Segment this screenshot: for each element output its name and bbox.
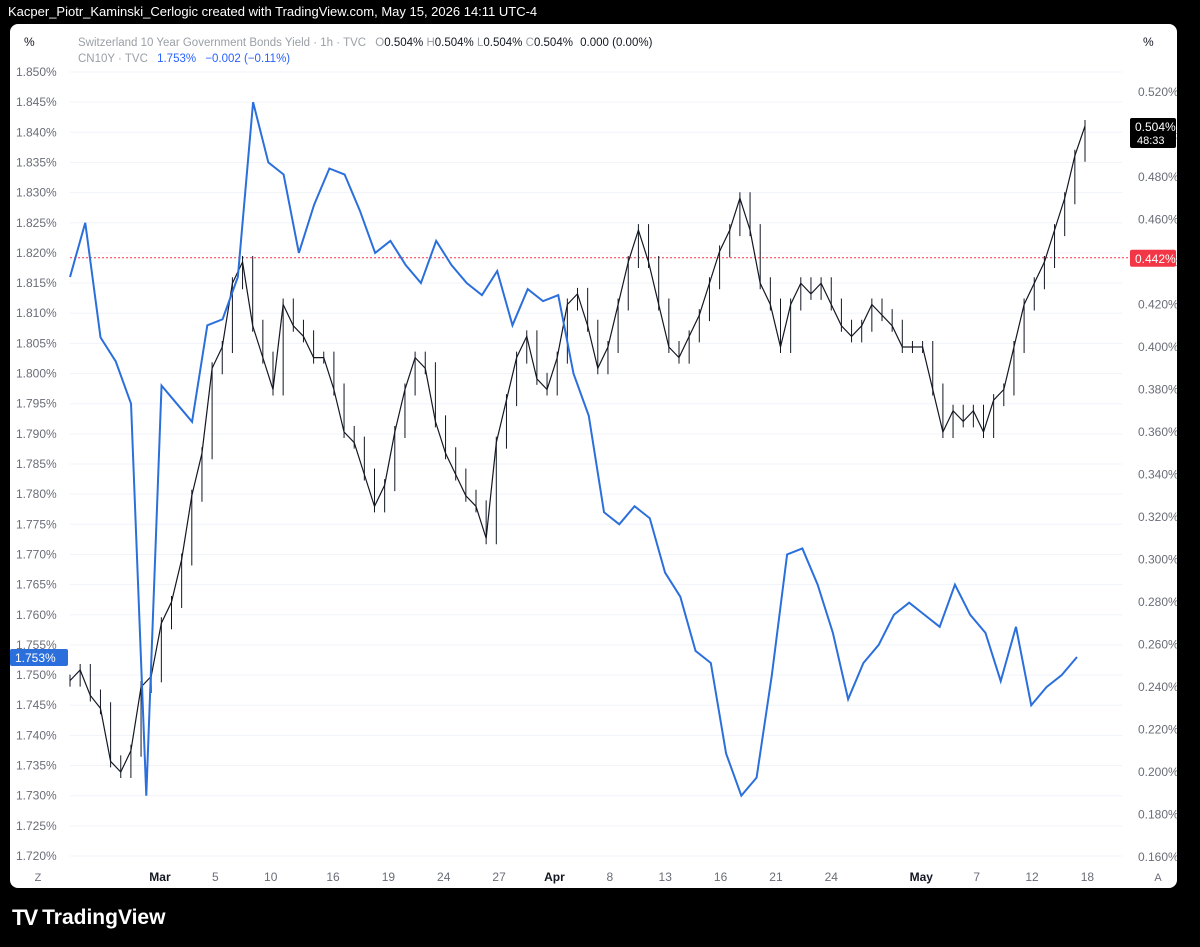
x-tick-label: 8	[606, 870, 613, 884]
left-tick-label: 1.785%	[16, 457, 57, 471]
x-tick-label: 16	[326, 870, 340, 884]
right-tick-label: 0.200%	[1138, 765, 1177, 779]
tv-logo-icon: TV	[12, 905, 38, 930]
left-tick-label: 1.825%	[16, 216, 57, 230]
left-tick-label: 1.750%	[16, 668, 57, 682]
main-legend: Switzerland 10 Year Government Bonds Yie…	[78, 35, 652, 51]
auto-scale-corner-label: A	[1154, 872, 1162, 884]
x-tick-label: 27	[492, 870, 506, 884]
left-axis-unit: %	[24, 35, 35, 49]
left-tick-label: 1.720%	[16, 849, 57, 863]
brand-name: TradingView	[42, 906, 166, 929]
right-tick-label: 0.180%	[1138, 808, 1177, 822]
price-tag-label: 0.504%	[1135, 120, 1176, 134]
x-tick-label: 7	[973, 870, 980, 884]
x-tick-label: Mar	[149, 870, 171, 884]
left-tick-label: 1.830%	[16, 186, 57, 200]
cn10y-line	[69, 101, 1078, 798]
left-tick-label: 1.790%	[16, 427, 57, 441]
open-label: O	[375, 37, 385, 49]
right-tick-label: 0.260%	[1138, 638, 1177, 652]
price-tag-countdown: 48:33	[1137, 135, 1165, 147]
left-tick-label: 1.805%	[16, 336, 57, 350]
compare-change: −0.002 (−0.11%)	[205, 53, 291, 65]
right-tick-label: 0.300%	[1138, 553, 1177, 567]
left-tick-label: 1.840%	[16, 125, 57, 139]
left-tick-label: 1.745%	[16, 698, 57, 712]
left-tick-label: 1.810%	[16, 306, 57, 320]
left-tick-label: 1.730%	[16, 789, 57, 803]
left-tick-label: 1.780%	[16, 487, 57, 501]
left-tick-label: 1.795%	[16, 397, 57, 411]
x-tick-label: 12	[1025, 870, 1039, 884]
x-tick-label: 16	[714, 870, 728, 884]
x-tick-label: 19	[382, 870, 396, 884]
x-tick-label: May	[910, 870, 934, 884]
x-tick-label: 21	[769, 870, 783, 884]
right-tick-label: 0.460%	[1138, 213, 1177, 227]
left-tick-label: 1.735%	[16, 759, 57, 773]
x-tick-label: Apr	[544, 870, 565, 884]
chart-svg: 1.720% 1.725% 1.730% 1.735% 1.740% 1.745% 1.75…	[10, 65, 1177, 884]
left-tick-label: 1.770%	[16, 547, 57, 561]
left-tick-label: 1.835%	[16, 155, 57, 169]
close-value: 0.504%	[533, 37, 573, 49]
change-value: 0.000 (0.00%)	[580, 37, 653, 49]
compare-value: 1.753%	[157, 53, 197, 65]
x-tick-label: 10	[264, 870, 278, 884]
main-series-name: Switzerland 10 Year Government Bonds Yie…	[78, 37, 367, 49]
left-tick-label: 1.765%	[16, 578, 57, 592]
open-value: 0.504%	[384, 37, 424, 49]
right-tick-label: 0.280%	[1138, 595, 1177, 609]
price-tag-label: 1.753%	[15, 651, 56, 665]
price-tag-label: 0.442%	[1135, 252, 1176, 266]
right-tick-label: 0.400%	[1138, 340, 1177, 354]
compare-legend: CN10Y · TVC 1.753% −0.002 (−0.11%)	[78, 51, 290, 67]
right-tick-label: 0.320%	[1138, 510, 1177, 524]
left-tick-label: 1.850%	[16, 65, 57, 79]
right-tick-label: 0.520%	[1138, 85, 1177, 99]
right-tick-label: 0.420%	[1138, 298, 1177, 312]
left-tick-label: 1.740%	[16, 728, 57, 742]
title-bar: Kacper_Piotr_Kaminski_Cerlogic created w…	[0, 0, 1200, 24]
left-tick-label: 1.800%	[16, 367, 57, 381]
right-tick-label: 0.480%	[1138, 170, 1177, 184]
high-value: 0.504%	[434, 37, 474, 49]
right-tick-label: 0.160%	[1138, 850, 1177, 864]
right-axis-unit: %	[1143, 35, 1154, 49]
left-tick-label: 1.845%	[16, 95, 57, 109]
left-tick-label: 1.725%	[16, 819, 57, 833]
right-tick-label: 0.360%	[1138, 425, 1177, 439]
close-label: C	[525, 37, 534, 49]
zoom-corner-label: Z	[35, 872, 42, 884]
x-tick-label: 24	[437, 870, 451, 884]
high-label: H	[426, 37, 435, 49]
x-tick-label: 13	[659, 870, 673, 884]
snapshot-title: Kacper_Piotr_Kaminski_Cerlogic created w…	[8, 4, 538, 19]
x-tick-label: 18	[1081, 870, 1095, 884]
right-tick-label: 0.340%	[1138, 468, 1177, 482]
right-tick-label: 0.240%	[1138, 680, 1177, 694]
footer	[0, 888, 1200, 947]
left-tick-label: 1.815%	[16, 276, 57, 290]
x-tick-label: 5	[212, 870, 219, 884]
right-tick-label: 0.380%	[1138, 383, 1177, 397]
chart-frame: 1.720% 1.725% 1.730% 1.735% 1.740% 1.745% 1.75…	[10, 24, 1177, 888]
compare-series-name: CN10Y · TVC	[78, 53, 148, 65]
left-tick-label: 1.820%	[16, 246, 57, 260]
left-tick-label: 1.760%	[16, 608, 57, 622]
x-tick-label: 24	[825, 870, 839, 884]
right-tick-label: 0.220%	[1138, 723, 1177, 737]
left-tick-label: 1.775%	[16, 517, 57, 531]
low-value: 0.504%	[483, 37, 523, 49]
tradingview-logo: TV TradingView	[12, 905, 165, 931]
